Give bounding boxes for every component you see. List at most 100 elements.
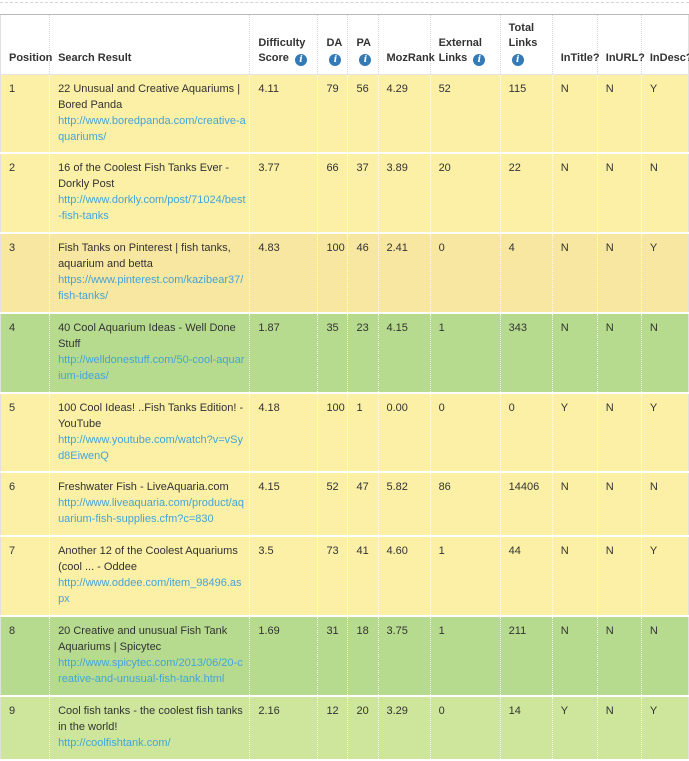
pa-cell-value: 23 bbox=[356, 321, 369, 334]
indesc-cell-value: Y bbox=[649, 242, 658, 255]
position-cell-value: 8 bbox=[9, 625, 16, 637]
difficulty-score-cell: 4.18 bbox=[249, 392, 319, 474]
serp-analysis-panel: Position Search Result Difficulty Score iD… bbox=[0, 14, 689, 761]
inurl-cell: N bbox=[597, 472, 642, 538]
info-icon[interactable]: i bbox=[329, 53, 342, 66]
da-cell-value: 31 bbox=[326, 625, 339, 637]
result-url-link[interactable]: http://coolfishtank.com/ bbox=[58, 736, 171, 752]
inurl-cell: N bbox=[597, 74, 642, 155]
position-cell: 5 bbox=[0, 392, 51, 474]
result-title: Freshwater Fish - LiveAquaria.com bbox=[58, 481, 229, 494]
mozrank-cell-value: 4.29 bbox=[386, 82, 408, 95]
difficulty-score-cell-value: 3.77 bbox=[258, 162, 280, 175]
position-cell-value: 9 bbox=[9, 704, 16, 717]
table-row: 5 100 Cool Ideas! ..Fish Tanks Edition! -… bbox=[0, 392, 689, 474]
inurl-cell: N bbox=[597, 536, 642, 617]
external-links-cell-value: 1 bbox=[438, 625, 445, 637]
difficulty-score-cell-value: 4.18 bbox=[258, 401, 280, 414]
external-links-cell: 1 bbox=[430, 536, 501, 617]
inurl-cell-value: N bbox=[605, 82, 614, 95]
pa-cell-value: 1 bbox=[356, 401, 363, 414]
indesc-cell: Y bbox=[641, 695, 689, 761]
pa-cell-value: 46 bbox=[356, 242, 369, 255]
difficulty-score-cell: 1.87 bbox=[249, 312, 319, 394]
column-header-indesc: InDesc? bbox=[641, 14, 689, 75]
inurl-cell-value: N bbox=[605, 321, 614, 334]
search-result-cell: Cool fish tanks - the coolest fish tanks… bbox=[49, 695, 251, 761]
mozrank-cell-value: 3.29 bbox=[386, 704, 408, 717]
inurl-cell: N bbox=[597, 312, 642, 394]
indesc-cell: N bbox=[641, 312, 689, 394]
column-header-difficulty-score: Difficulty Score i bbox=[249, 14, 319, 75]
difficulty-score-cell: 4.15 bbox=[249, 472, 319, 538]
pa-cell-value: 41 bbox=[356, 545, 369, 558]
result-url-link[interactable]: https://www.pinterest.com/kazibear37/fis… bbox=[58, 273, 246, 305]
result-url-link[interactable]: http://www.spicytec.com/2013/06/20-creat… bbox=[58, 656, 246, 688]
da-cell-value: 73 bbox=[326, 545, 339, 558]
mozrank-cell-value: 2.41 bbox=[386, 242, 408, 255]
total-links-cell-value: 4 bbox=[508, 242, 515, 255]
total-links-cell: 14 bbox=[500, 695, 553, 761]
total-links-cell: 0 bbox=[500, 392, 553, 474]
intitle-cell: N bbox=[552, 74, 598, 155]
table-body: 1 22 Unusual and Creative Aquariums | Bor… bbox=[0, 74, 689, 761]
external-links-cell: 86 bbox=[430, 472, 501, 538]
search-result-cell: 22 Unusual and Creative Aquariums | Bore… bbox=[49, 74, 251, 155]
pa-cell-value: 18 bbox=[356, 625, 369, 637]
difficulty-score-cell-value: 3.5 bbox=[258, 545, 274, 558]
mozrank-cell: 3.89 bbox=[378, 153, 431, 235]
difficulty-score-cell-value: 4.11 bbox=[258, 82, 279, 95]
indesc-cell: Y bbox=[641, 74, 689, 155]
info-icon[interactable]: i bbox=[294, 53, 307, 66]
total-links-cell-value: 14 bbox=[508, 704, 521, 717]
mozrank-cell-value: 4.60 bbox=[386, 545, 408, 558]
table-header: Position Search Result Difficulty Score iD… bbox=[0, 14, 689, 75]
result-url-link[interactable]: http://welldonestuff.com/50-cool-aquariu… bbox=[58, 353, 246, 385]
difficulty-score-cell: 2.16 bbox=[249, 695, 319, 761]
table-row: 4 40 Cool Aquarium Ideas - Well Done Stuf… bbox=[0, 312, 689, 394]
intitle-cell: N bbox=[552, 616, 598, 697]
position-cell: 1 bbox=[0, 74, 51, 155]
result-url-link[interactable]: http://www.liveaquaria.com/product/aquar… bbox=[58, 496, 246, 528]
external-links-cell-value: 0 bbox=[438, 401, 445, 414]
info-icon[interactable]: i bbox=[359, 53, 372, 66]
external-links-cell-value: 20 bbox=[438, 162, 451, 175]
da-cell: 31 bbox=[317, 616, 349, 697]
result-url-link[interactable]: http://www.oddee.com/item_98496.aspx bbox=[58, 576, 246, 608]
result-url-link[interactable]: http://www.boredpanda.com/creative-aquar… bbox=[58, 114, 246, 146]
indesc-cell-value: Y bbox=[649, 704, 658, 717]
column-header-label: InTitle? bbox=[560, 51, 600, 64]
info-icon[interactable]: i bbox=[473, 53, 486, 66]
result-url-link[interactable]: http://www.dorkly.com/post/71024/best-fi… bbox=[58, 193, 246, 225]
mozrank-cell: 4.15 bbox=[378, 312, 431, 394]
position-cell: 8 bbox=[0, 616, 51, 697]
intitle-cell-value: Y bbox=[560, 704, 569, 717]
position-cell: 6 bbox=[0, 472, 51, 538]
position-cell-value: 7 bbox=[9, 545, 16, 558]
result-title: 16 of the Coolest Fish Tanks Ever - Dork… bbox=[58, 162, 230, 191]
intitle-cell: Y bbox=[552, 695, 598, 761]
difficulty-score-cell-value: 1.69 bbox=[258, 625, 280, 637]
da-cell-value: 79 bbox=[326, 82, 339, 95]
mozrank-cell: 0.00 bbox=[378, 392, 431, 474]
mozrank-cell-value: 3.89 bbox=[386, 162, 408, 175]
info-icon[interactable]: i bbox=[511, 53, 524, 66]
inurl-cell: N bbox=[597, 695, 642, 761]
result-title: Another 12 of the Coolest Aquariums (coo… bbox=[58, 545, 238, 574]
mozrank-cell: 5.82 bbox=[378, 472, 431, 538]
mozrank-cell: 2.41 bbox=[378, 233, 431, 314]
result-title: Cool fish tanks - the coolest fish tanks… bbox=[58, 704, 243, 733]
table-header-row: Position Search Result Difficulty Score iD… bbox=[0, 14, 689, 75]
column-header-intitle: InTitle? bbox=[552, 14, 600, 75]
difficulty-score-cell-value: 1.87 bbox=[258, 321, 280, 334]
pa-cell: 37 bbox=[347, 153, 379, 235]
position-cell: 3 bbox=[0, 233, 51, 314]
pa-cell: 41 bbox=[347, 536, 379, 617]
result-url-link[interactable]: http://www.youtube.com/watch?v=vSyd8Eiwe… bbox=[58, 433, 246, 465]
indesc-cell-value: N bbox=[649, 481, 658, 494]
difficulty-score-cell-value: 4.15 bbox=[258, 481, 280, 494]
difficulty-score-cell: 4.11 bbox=[249, 74, 319, 155]
difficulty-score-cell: 4.83 bbox=[249, 233, 319, 314]
difficulty-score-cell: 3.77 bbox=[249, 153, 319, 235]
inurl-cell-value: N bbox=[605, 625, 614, 637]
